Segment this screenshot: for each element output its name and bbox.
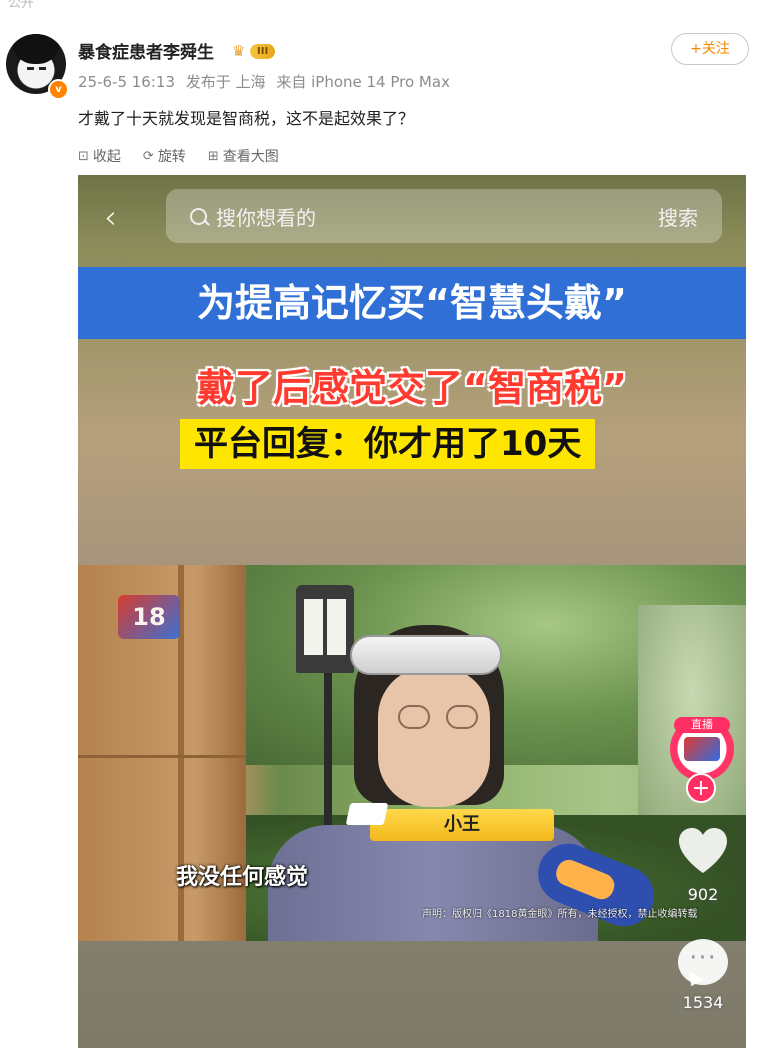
headset-device: [350, 635, 502, 675]
view-large-button[interactable]: ⊞ 查看大图: [208, 146, 279, 166]
follow-button[interactable]: +关注: [671, 33, 749, 65]
search-placeholder: 搜你想看的: [216, 206, 316, 230]
rotate-button[interactable]: ⟳ 旋转: [143, 146, 186, 166]
collapse-label: 收起: [92, 149, 121, 165]
heart-icon: [679, 828, 727, 873]
collapse-button[interactable]: ⊡ 收起: [78, 146, 121, 166]
tv-station-logo: 18: [118, 595, 180, 639]
rotate-label: 旋转: [157, 149, 186, 165]
headline-yellow: 平台回复：你才用了10天: [180, 419, 596, 469]
search-icon: [190, 208, 207, 225]
rotate-icon: ⟳: [142, 148, 154, 164]
glasses-icon: [398, 705, 482, 733]
comment-icon: [678, 939, 728, 991]
image-actions: ⊡ 收起 ⟳ 旋转 ⊞ 查看大图: [78, 146, 279, 166]
live-badge: 直播: [674, 717, 730, 733]
video-frame: 18 小王 我没任何感觉 声明：版权归《1818黄金眼》所有，未经授权，禁止收编…: [78, 565, 746, 941]
post-image[interactable]: ‹ 搜你想看的 搜索 为提高记忆买“智慧头戴” 戴了后感觉交了“智商税” 平台回…: [78, 175, 746, 1048]
subtitle: 我没任何感觉: [176, 865, 309, 890]
person-face: [378, 667, 490, 807]
level-badge: III: [250, 44, 276, 59]
view-large-label: 查看大图: [222, 149, 279, 165]
lamp-icon: [296, 585, 354, 673]
post-date: 25-6-5 16:13: [78, 73, 175, 91]
view-large-icon: ⊞: [207, 148, 219, 164]
name-tag: 小王: [370, 809, 554, 841]
top-cut-text: 公开: [8, 0, 35, 11]
collapse-icon: ⊡: [78, 148, 89, 164]
post-meta: 25-6-5 16:13 发布于 上海 来自 iPhone 14 Pro Max: [78, 71, 456, 92]
username[interactable]: 暴食症患者李舜生: [78, 38, 214, 63]
likes-count: 902: [687, 885, 719, 904]
comments-count: 1534: [682, 993, 724, 1012]
headline-blue: 为提高记忆买“智慧头戴”: [78, 267, 746, 339]
post-device: 来自 iPhone 14 Pro Max: [276, 73, 450, 91]
back-arrow-icon: ‹: [104, 198, 117, 236]
post-text: 才戴了十天就发现是智商税，这不是起效果了？: [78, 109, 415, 128]
verified-badge-icon: v: [48, 79, 69, 100]
plus-icon: +: [686, 773, 716, 803]
post-location: 发布于 上海: [185, 73, 266, 91]
search-button-label: 搜索: [658, 206, 698, 230]
headline-red: 戴了后感觉交了“智商税”: [197, 366, 627, 410]
crown-icon: ♛: [232, 42, 246, 60]
copyright-disclaimer: 声明：版权归《1818黄金眼》所有，未经授权，禁止收编转载: [422, 909, 698, 920]
